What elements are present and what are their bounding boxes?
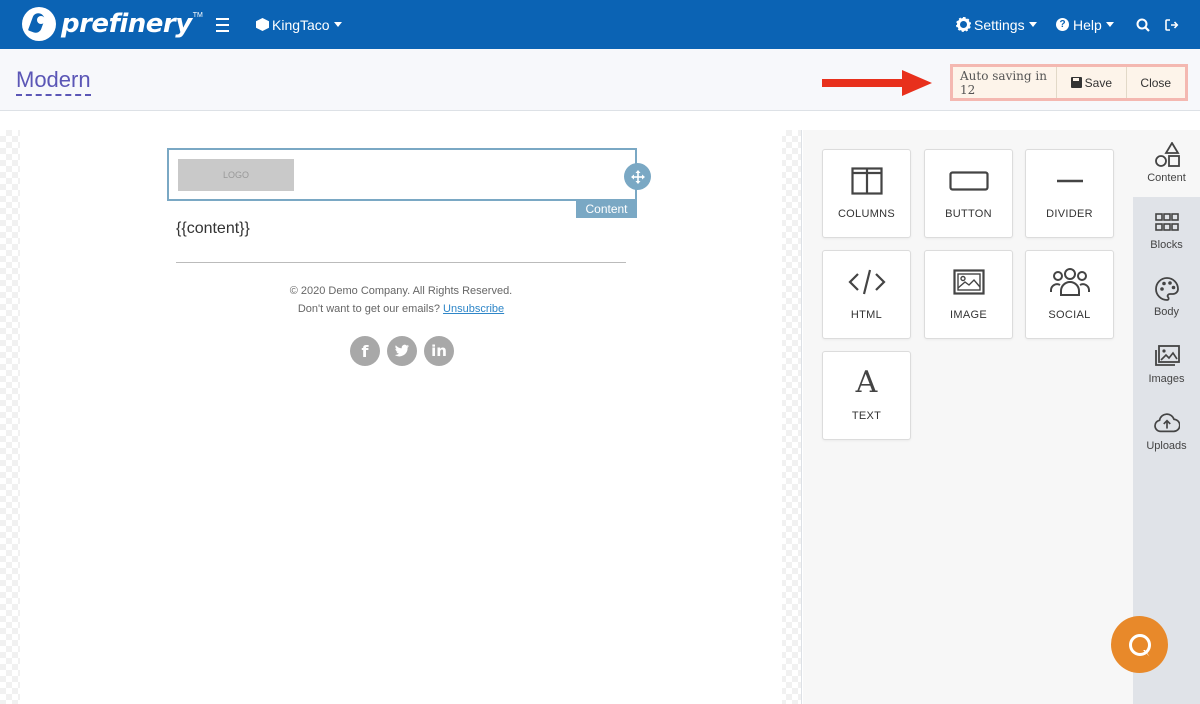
brand-name: prefinery xyxy=(61,9,192,39)
help-chat-button[interactable] xyxy=(1111,616,1168,673)
shapes-icon xyxy=(1154,142,1180,168)
page-title[interactable]: Modern xyxy=(16,67,91,96)
gear-icon xyxy=(956,17,971,32)
tool-button[interactable]: BUTTON xyxy=(924,149,1013,238)
content-placeholder[interactable]: {{content}} xyxy=(176,220,250,238)
cube-icon xyxy=(256,18,269,31)
button-icon xyxy=(925,164,1012,198)
cloud-upload-icon xyxy=(1153,410,1180,436)
users-icon xyxy=(1026,265,1113,299)
tool-label: BUTTON xyxy=(945,208,992,220)
tool-label: DIVIDER xyxy=(1046,208,1093,220)
tab-body[interactable]: Body xyxy=(1133,264,1200,331)
search-button[interactable] xyxy=(1136,0,1150,49)
tool-label: COLUMNS xyxy=(837,208,896,220)
tool-label: SOCIAL xyxy=(1048,309,1091,321)
email-body: LOGO Content {{content}} © 2020 Demo Com… xyxy=(20,130,782,704)
tool-label: HTML xyxy=(850,309,883,321)
palette-icon xyxy=(1154,276,1180,302)
settings-label: Settings xyxy=(974,16,1025,33)
tab-images[interactable]: Images xyxy=(1133,331,1200,398)
floppy-disk-icon xyxy=(1070,77,1082,88)
copyright-text: © 2020 Demo Company. All Rights Reserved… xyxy=(289,285,513,297)
help-menu[interactable]: ? Help xyxy=(1056,0,1114,49)
tool-label: IMAGE xyxy=(950,309,987,321)
sign-out-icon xyxy=(1165,18,1179,31)
columns-icon xyxy=(823,164,910,198)
tool-divider[interactable]: DIVIDER xyxy=(1025,149,1114,238)
close-button[interactable]: Close xyxy=(1125,67,1185,98)
account-switcher[interactable]: KingTaco xyxy=(256,0,342,49)
row-type-tag: Content xyxy=(576,200,637,218)
save-button[interactable]: Save xyxy=(1056,67,1125,98)
account-name: KingTaco xyxy=(272,16,330,33)
caret-down-icon xyxy=(1028,22,1037,27)
caret-down-icon xyxy=(333,22,342,27)
image-icon xyxy=(925,265,1012,299)
editor-canvas: LOGO Content {{content}} © 2020 Demo Com… xyxy=(0,130,802,704)
tab-label: Blocks xyxy=(1150,239,1183,251)
move-arrows-icon xyxy=(630,169,645,184)
grid-icon xyxy=(1154,209,1180,235)
content-tools-panel: COLUMNS BUTTON DIVIDER HTML IMAGE SOCIAL… xyxy=(803,130,1133,704)
tool-text[interactable]: A TEXT xyxy=(822,351,911,440)
chat-bubble-icon xyxy=(1128,633,1151,656)
code-icon xyxy=(823,265,910,299)
tool-social[interactable]: SOCIAL xyxy=(1025,250,1114,339)
unsubscribe-line: Don't want to get our emails? Unsubscrib… xyxy=(176,303,626,315)
save-actions: Auto saving in 12 Save Close xyxy=(950,64,1188,101)
close-label: Close xyxy=(1140,75,1172,90)
top-navbar: prefinery TM KingTaco Settings ? Help xyxy=(0,0,1200,49)
logo-placeholder[interactable]: LOGO xyxy=(178,159,294,191)
tab-content[interactable]: Content xyxy=(1133,130,1200,197)
twitter-icon[interactable] xyxy=(387,336,417,366)
facebook-icon[interactable]: f xyxy=(350,336,380,366)
tool-columns[interactable]: COLUMNS xyxy=(822,149,911,238)
tab-label: Images xyxy=(1148,373,1185,385)
unsubscribe-prefix: Don't want to get our emails? xyxy=(297,303,440,315)
images-icon xyxy=(1154,343,1180,369)
social-icons: f in xyxy=(350,336,454,366)
unsubscribe-link[interactable]: Unsubscribe xyxy=(443,303,504,315)
text-icon: A xyxy=(855,365,878,400)
linkedin-icon[interactable]: in xyxy=(424,336,454,366)
search-icon xyxy=(1136,18,1150,32)
question-circle-icon: ? xyxy=(1056,18,1069,31)
hamburger-icon xyxy=(216,16,229,34)
autosave-status: Auto saving in 12 xyxy=(960,68,1047,97)
tab-label: Body xyxy=(1153,306,1180,318)
save-label: Save xyxy=(1084,75,1113,90)
logout-button[interactable] xyxy=(1164,0,1179,49)
divider-icon xyxy=(1026,164,1113,198)
tool-image[interactable]: IMAGE xyxy=(924,250,1013,339)
logo-row-selected[interactable]: LOGO xyxy=(167,148,637,201)
red-arrow-annotation xyxy=(822,70,932,96)
prefinery-logo-icon xyxy=(22,7,56,41)
brand-trademark: TM xyxy=(192,12,203,19)
menu-button[interactable] xyxy=(216,0,230,49)
tab-label: Content xyxy=(1147,172,1186,184)
help-label: Help xyxy=(1073,16,1102,33)
tab-blocks[interactable]: Blocks xyxy=(1133,197,1200,264)
caret-down-icon xyxy=(1105,22,1114,27)
move-handle[interactable] xyxy=(624,163,651,190)
tool-label: TEXT xyxy=(851,410,882,422)
brand-logo[interactable]: prefinery TM xyxy=(22,6,203,42)
footer-divider xyxy=(176,262,626,263)
settings-menu[interactable]: Settings xyxy=(956,0,1037,49)
tab-label: Uploads xyxy=(1146,440,1187,452)
tool-html[interactable]: HTML xyxy=(822,250,911,339)
tab-uploads[interactable]: Uploads xyxy=(1133,398,1200,465)
